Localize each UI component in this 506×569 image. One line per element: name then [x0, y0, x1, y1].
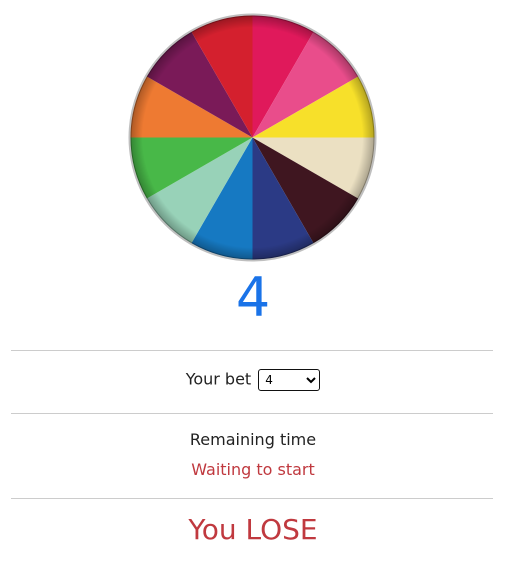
divider-middle — [11, 413, 493, 414]
bet-select[interactable]: 4 — [258, 368, 321, 391]
bet-label: Your bet — [185, 369, 252, 389]
color-wheel — [127, 12, 378, 263]
divider-top — [11, 350, 493, 351]
wheel-rim — [130, 15, 375, 260]
timer-status: Waiting to start — [191, 460, 315, 479]
wheel-svg — [128, 13, 377, 262]
roulette-app: 4 Your bet 4 Remaining time Waiting to s… — [0, 0, 506, 569]
result-number: 4 — [235, 266, 271, 329]
remaining-time-label: Remaining time — [189, 430, 317, 449]
bet-row: Your bet 4 — [0, 367, 506, 392]
outcome-message: You LOSE — [188, 513, 318, 546]
divider-bottom — [11, 498, 493, 499]
